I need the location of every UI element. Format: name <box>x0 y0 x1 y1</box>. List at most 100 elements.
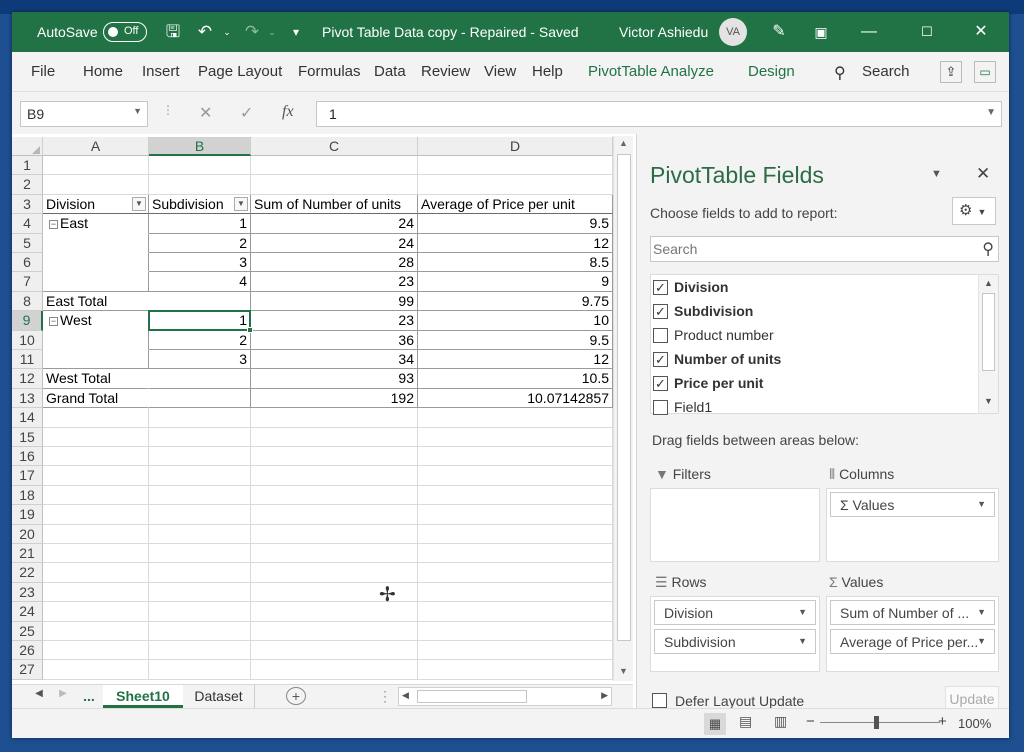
cell[interactable]: Average of Price per unit <box>418 194 613 215</box>
row-header-18[interactable]: 18 <box>12 485 43 506</box>
cell[interactable] <box>43 524 149 544</box>
field-scroll-up-icon[interactable]: ▲ <box>984 278 993 288</box>
cell[interactable] <box>149 466 251 486</box>
cell[interactable] <box>149 291 251 312</box>
zoom-out-icon[interactable]: − <box>806 713 815 730</box>
cell[interactable] <box>43 660 149 680</box>
cell[interactable] <box>251 563 418 583</box>
row-header-8[interactable]: 8 <box>12 291 43 312</box>
cell[interactable] <box>149 563 251 583</box>
row-header-25[interactable]: 25 <box>12 621 43 641</box>
cell[interactable] <box>149 524 251 544</box>
cell[interactable] <box>418 641 613 661</box>
maximize-icon[interactable]: ☐ <box>914 20 940 44</box>
tab-dataset[interactable]: Dataset <box>183 685 255 708</box>
zoom-in-icon[interactable]: + <box>938 713 947 730</box>
cell[interactable] <box>149 660 251 680</box>
scroll-left-icon[interactable]: ◀ <box>402 690 409 701</box>
field-checkbox[interactable]: ✓ <box>653 376 668 391</box>
next-sheet-icon[interactable]: ▶ <box>56 685 70 708</box>
cell[interactable] <box>43 330 149 350</box>
field-checkbox[interactable] <box>653 328 668 343</box>
field-search[interactable]: ⚲ <box>650 236 999 262</box>
cell[interactable]: East Total <box>43 292 149 312</box>
cell[interactable] <box>149 602 251 622</box>
cell[interactable]: 1 <box>149 214 251 234</box>
cell[interactable]: West Total <box>43 369 149 389</box>
cell[interactable] <box>43 156 149 176</box>
cell[interactable] <box>43 447 149 467</box>
row-header-5[interactable]: 5 <box>12 233 43 253</box>
row-header-19[interactable]: 19 <box>12 505 43 525</box>
user-name[interactable]: Victor Ashiedu <box>619 24 708 40</box>
cell[interactable] <box>149 427 251 447</box>
tab-sheet10[interactable]: Sheet10 <box>103 685 183 708</box>
scroll-right-icon[interactable]: ▶ <box>601 690 608 701</box>
cell[interactable]: 4 <box>149 272 251 292</box>
tab-design[interactable]: Design <box>748 63 795 80</box>
zoom-level[interactable]: 100% <box>958 716 991 731</box>
cell[interactable] <box>418 582 613 603</box>
row-header-12[interactable]: 12 <box>12 369 43 389</box>
cell[interactable] <box>251 408 418 428</box>
field-search-input[interactable] <box>651 237 951 261</box>
insert-function-icon[interactable]: fx <box>282 103 294 121</box>
cell[interactable] <box>43 505 149 525</box>
page-break-view-icon[interactable]: ▥ <box>774 713 787 730</box>
scroll-down-icon[interactable]: ▼ <box>619 666 628 676</box>
prev-sheet-icon[interactable]: ◀ <box>32 685 46 708</box>
close-icon[interactable]: ✕ <box>968 20 994 44</box>
field-scroll-down-icon[interactable]: ▼ <box>984 396 993 406</box>
row-header-27[interactable]: 27 <box>12 660 43 680</box>
row-header-13[interactable]: 13 <box>12 388 43 409</box>
cell[interactable] <box>43 621 149 641</box>
horizontal-scrollbar[interactable]: ◀ ▶ <box>398 687 612 706</box>
cell[interactable]: 9.75 <box>418 291 613 312</box>
cell[interactable] <box>251 641 418 661</box>
column-header-b[interactable]: B <box>149 137 251 156</box>
cell[interactable]: − East <box>43 214 149 234</box>
comments-icon[interactable]: ▭ <box>974 61 996 83</box>
values-area[interactable]: Sum of Number of ... ▼ Average of Price p… <box>826 596 999 672</box>
cell[interactable] <box>418 524 613 544</box>
cell[interactable] <box>418 447 613 467</box>
columns-item-values[interactable]: Σ Values ▼ <box>830 492 995 517</box>
cell[interactable]: 192 <box>251 388 418 409</box>
cell[interactable]: 12 <box>418 233 613 253</box>
cell[interactable] <box>149 621 251 641</box>
cell[interactable] <box>43 272 149 292</box>
cell[interactable]: 23 <box>251 272 418 292</box>
row-header-16[interactable]: 16 <box>12 447 43 467</box>
cell[interactable]: 12 <box>418 350 613 370</box>
cell[interactable] <box>251 524 418 544</box>
cell[interactable] <box>43 466 149 486</box>
row-header-21[interactable]: 21 <box>12 544 43 564</box>
cell[interactable]: 10 <box>418 311 613 331</box>
collapse-icon[interactable]: − <box>49 317 58 327</box>
row-header-10[interactable]: 10 <box>12 330 43 350</box>
cell[interactable] <box>251 621 418 641</box>
row-header-26[interactable]: 26 <box>12 641 43 661</box>
cell[interactable] <box>149 505 251 525</box>
cell[interactable] <box>43 427 149 447</box>
cell[interactable] <box>149 156 251 176</box>
chevron-down-icon[interactable]: ▼ <box>977 499 986 509</box>
cell[interactable] <box>418 175 613 195</box>
cell[interactable]: 9 <box>418 272 613 292</box>
cell[interactable]: 28 <box>251 253 418 273</box>
formula-input[interactable]: 1 ▼ <box>316 101 1002 127</box>
cell[interactable] <box>418 544 613 564</box>
cell[interactable] <box>251 156 418 176</box>
tab-file[interactable]: File <box>31 63 55 80</box>
tab-page-layout[interactable]: Page Layout <box>198 63 282 80</box>
cell[interactable]: 8.5 <box>418 253 613 273</box>
cell[interactable] <box>43 233 149 253</box>
row-header-22[interactable]: 22 <box>12 563 43 583</box>
cell[interactable] <box>251 505 418 525</box>
tab-help[interactable]: Help <box>532 63 563 80</box>
scroll-thumb[interactable] <box>617 154 631 641</box>
cell[interactable] <box>418 427 613 447</box>
row-header-2[interactable]: 2 <box>12 175 43 195</box>
cell[interactable] <box>251 660 418 680</box>
filter-dropdown-icon[interactable]: ▼ <box>234 196 248 211</box>
